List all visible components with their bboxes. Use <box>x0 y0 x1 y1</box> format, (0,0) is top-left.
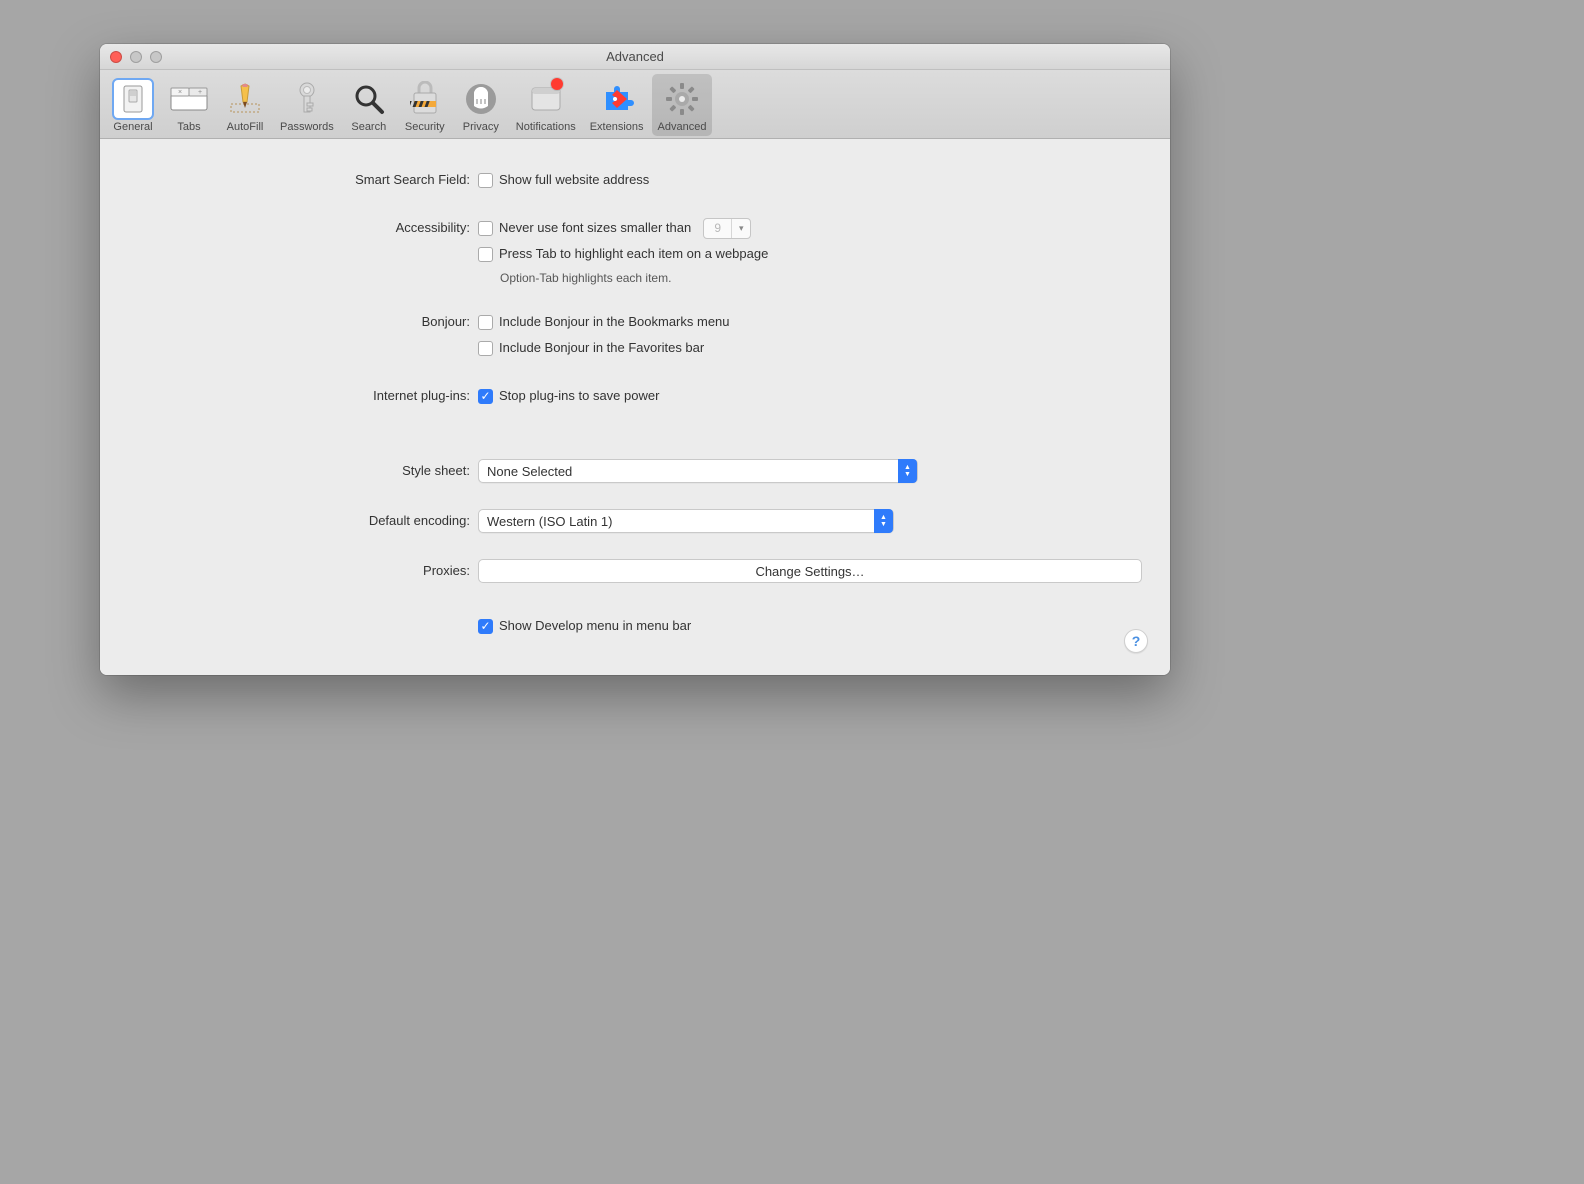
stylesheet-value: None Selected <box>487 464 572 479</box>
tab-security-label: Security <box>404 121 446 133</box>
titlebar: Advanced <box>100 44 1170 70</box>
preferences-toolbar: General × + Tabs <box>100 70 1170 139</box>
tabs-icon: × + <box>168 78 210 120</box>
bonjour-bookmarks-label: Include Bonjour in the Bookmarks menu <box>499 311 730 333</box>
autofill-icon <box>224 78 266 120</box>
tab-advanced-label: Advanced <box>658 121 707 133</box>
accessibility-label: Accessibility: <box>128 217 478 239</box>
press-tab-label: Press Tab to highlight each item on a we… <box>499 243 768 265</box>
passwords-icon <box>286 78 328 120</box>
updown-arrows-icon: ▲▼ <box>874 509 893 533</box>
proxies-label: Proxies: <box>128 560 478 582</box>
search-icon <box>348 78 390 120</box>
svg-text:+: + <box>198 89 202 96</box>
change-settings-label: Change Settings… <box>755 564 864 579</box>
press-tab-checkbox[interactable] <box>478 247 493 262</box>
tab-passwords[interactable]: Passwords <box>274 74 340 136</box>
encoding-popup[interactable]: Western (ISO Latin 1) ▲▼ <box>478 509 894 533</box>
encoding-label: Default encoding: <box>128 510 478 532</box>
tab-tabs-label: Tabs <box>168 121 210 133</box>
tab-notifications[interactable]: Notifications <box>510 74 582 136</box>
tab-autofill-label: AutoFill <box>224 121 266 133</box>
stylesheet-label: Style sheet: <box>128 460 478 482</box>
change-settings-button[interactable]: Change Settings… <box>478 559 1142 583</box>
tab-privacy[interactable]: Privacy <box>454 74 508 136</box>
font-size-value: 9 <box>704 219 732 238</box>
never-font-size-label: Never use font sizes smaller than <box>499 217 691 239</box>
tab-general[interactable]: General <box>106 74 160 136</box>
security-icon <box>404 78 446 120</box>
smart-search-label: Smart Search Field: <box>128 169 478 191</box>
show-develop-label: Show Develop menu in menu bar <box>499 615 691 637</box>
notification-badge-icon <box>551 78 563 90</box>
font-size-stepper[interactable]: 9 ▾ <box>703 218 751 239</box>
bonjour-label: Bonjour: <box>128 311 478 333</box>
tab-extensions-label: Extensions <box>590 121 644 133</box>
bonjour-favorites-label: Include Bonjour in the Favorites bar <box>499 337 704 359</box>
stop-plugins-checkbox[interactable]: ✓ <box>478 389 493 404</box>
notifications-icon <box>525 78 567 120</box>
tab-general-label: General <box>112 121 154 133</box>
bonjour-bookmarks-checkbox[interactable] <box>478 315 493 330</box>
show-full-address-checkbox[interactable] <box>478 173 493 188</box>
tab-passwords-label: Passwords <box>280 121 334 133</box>
stop-plugins-label: Stop plug-ins to save power <box>499 385 659 407</box>
preferences-window: Advanced General × + <box>100 44 1170 675</box>
tab-search-label: Search <box>348 121 390 133</box>
tab-autofill[interactable]: AutoFill <box>218 74 272 136</box>
window-title: Advanced <box>100 49 1170 64</box>
tab-search[interactable]: Search <box>342 74 396 136</box>
never-font-size-checkbox[interactable] <box>478 221 493 236</box>
encoding-value: Western (ISO Latin 1) <box>487 514 612 529</box>
tab-extensions[interactable]: Extensions <box>584 74 650 136</box>
bonjour-favorites-checkbox[interactable] <box>478 341 493 356</box>
tab-notifications-label: Notifications <box>516 121 576 133</box>
help-button[interactable]: ? <box>1124 629 1148 653</box>
svg-text:×: × <box>178 89 182 96</box>
tab-tabs[interactable]: × + Tabs <box>162 74 216 136</box>
advanced-pane: Smart Search Field: Show full website ad… <box>100 139 1170 675</box>
show-develop-checkbox[interactable]: ✓ <box>478 619 493 634</box>
help-icon: ? <box>1132 633 1141 649</box>
chevron-down-icon: ▾ <box>732 219 750 238</box>
show-full-address-label: Show full website address <box>499 169 649 191</box>
option-tab-note: Option-Tab highlights each item. <box>500 271 1142 285</box>
tab-advanced[interactable]: Advanced <box>652 74 713 136</box>
privacy-icon <box>460 78 502 120</box>
tab-security[interactable]: Security <box>398 74 452 136</box>
tab-privacy-label: Privacy <box>460 121 502 133</box>
extensions-icon <box>596 78 638 120</box>
stylesheet-popup[interactable]: None Selected ▲▼ <box>478 459 918 483</box>
plugins-label: Internet plug-ins: <box>128 385 478 407</box>
updown-arrows-icon: ▲▼ <box>898 459 917 483</box>
advanced-icon <box>661 78 703 120</box>
general-icon <box>112 78 154 120</box>
